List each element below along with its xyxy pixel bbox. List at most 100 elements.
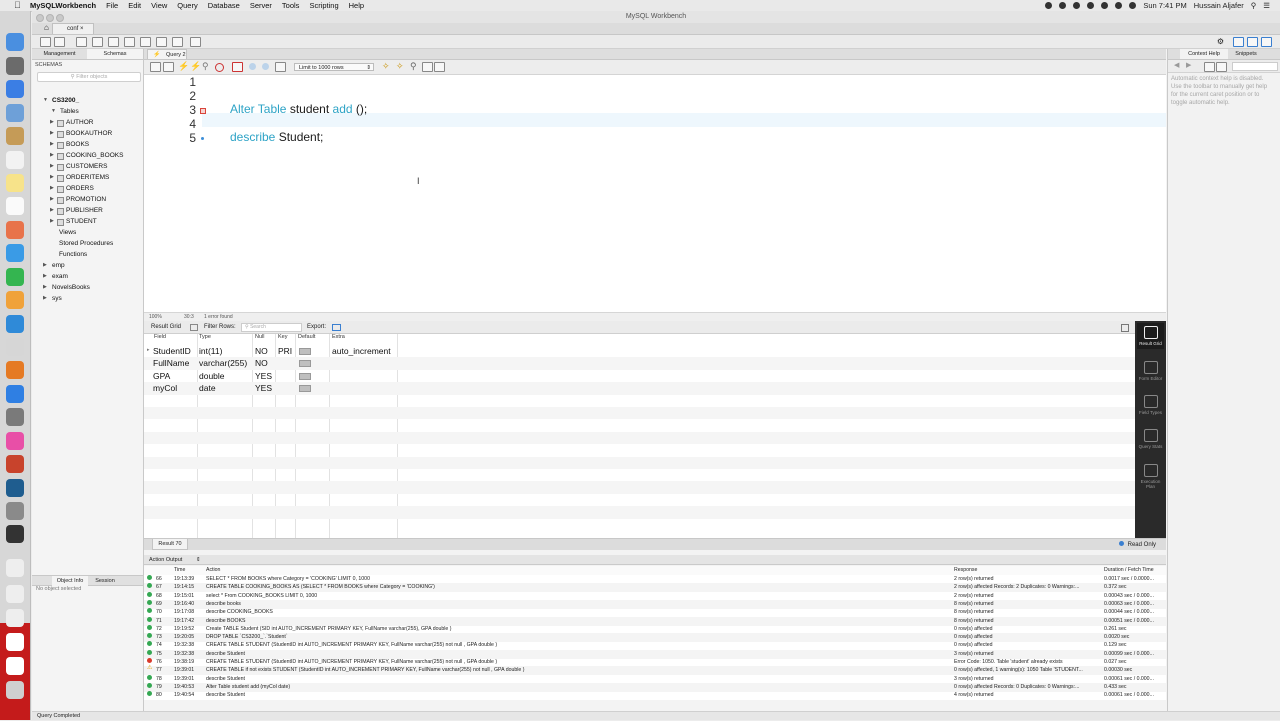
filter-rows-input[interactable]: ⚲ Search xyxy=(241,323,302,332)
cell-null[interactable]: YES xyxy=(255,371,272,381)
table-row[interactable]: myCol date YES xyxy=(144,382,1135,395)
execute-icon[interactable]: ⚡ xyxy=(178,61,189,72)
connection-tab[interactable]: conf × xyxy=(52,23,94,34)
toggle-output-icon[interactable] xyxy=(1247,37,1258,47)
battery-icon[interactable] xyxy=(1129,2,1137,9)
wrap-lines-icon[interactable] xyxy=(434,62,445,72)
mysql-workbench-icon[interactable] xyxy=(6,479,24,497)
result-grid-view-button[interactable]: Result Grid xyxy=(1137,323,1164,349)
error-marker-icon[interactable] xyxy=(200,108,206,114)
column-header[interactable]: Null xyxy=(255,334,264,340)
search-table-data-icon[interactable] xyxy=(172,37,183,47)
contacts-icon[interactable] xyxy=(6,127,24,145)
cell-field[interactable]: GPA xyxy=(153,371,170,381)
facetime-icon[interactable] xyxy=(6,268,24,286)
minimize-window-button[interactable] xyxy=(46,14,54,22)
menu-server[interactable]: Server xyxy=(250,1,272,10)
column-header[interactable]: Time xyxy=(174,566,185,575)
field-types-button[interactable]: Field Types xyxy=(1137,395,1164,415)
document-icon-5[interactable] xyxy=(6,657,24,675)
code-line-3[interactable]: Alter Table student add (); xyxy=(230,102,367,116)
back-icon[interactable]: ◀ xyxy=(1174,61,1179,69)
create-view-icon[interactable] xyxy=(124,37,135,47)
tab-query-2[interactable]: ⚡ Query 2 xyxy=(147,49,187,59)
menu-user[interactable]: Hussain Aljafer xyxy=(1194,1,1244,10)
tab-object-info[interactable]: Object Info xyxy=(52,576,88,586)
limit-rows-select[interactable]: Limit to 1000 rows ⇕ xyxy=(294,63,374,71)
preview-icon[interactable] xyxy=(6,502,24,520)
control-center-icon[interactable]: ☰ xyxy=(1263,1,1270,10)
table-item[interactable]: ▶ CUSTOMERS xyxy=(50,163,107,171)
calendar-icon[interactable] xyxy=(6,151,24,169)
schema-item[interactable]: ▶ exam xyxy=(43,273,68,280)
explain-icon[interactable]: ⚲ xyxy=(202,61,209,72)
toggle-error-icon[interactable] xyxy=(232,62,243,72)
schema-cs3200[interactable]: ▼ CS3200_ xyxy=(43,97,79,104)
volume-icon[interactable] xyxy=(1087,2,1095,9)
table-item[interactable]: ▶ STUDENT xyxy=(50,218,97,226)
tab-context-help[interactable]: Context Help xyxy=(1180,49,1228,59)
document-icon-2[interactable] xyxy=(6,585,24,603)
document-icon[interactable] xyxy=(6,559,24,577)
beautify-format-icon[interactable]: ✧ xyxy=(396,61,404,72)
query-stats-button[interactable]: Query Stats xyxy=(1137,429,1164,449)
table-row[interactable]: ▸ StudentID int(11) NO PRI auto_incremen… xyxy=(144,345,1135,357)
functions-folder[interactable]: Functions xyxy=(59,251,87,258)
home-icon[interactable]: ⌂ xyxy=(44,24,52,32)
launchpad-icon[interactable] xyxy=(6,57,24,75)
create-procedure-icon[interactable] xyxy=(140,37,151,47)
close-window-button[interactable] xyxy=(36,14,44,22)
column-header[interactable]: Field xyxy=(154,334,166,340)
table-row[interactable]: FullName varchar(255) NO xyxy=(144,357,1135,370)
commit-icon[interactable] xyxy=(249,63,256,70)
cell-null[interactable]: YES xyxy=(255,383,272,393)
menu-clock[interactable]: Sun 7:41 PM xyxy=(1143,1,1186,10)
table-item[interactable]: ▶ ORDERS xyxy=(50,185,94,193)
table-item[interactable]: ▶ ORDERITEMS xyxy=(50,174,109,182)
tables-folder[interactable]: ▼ Tables xyxy=(51,108,79,115)
zoom-window-button[interactable] xyxy=(56,14,64,22)
help-search-input[interactable] xyxy=(1232,62,1278,71)
cell-field[interactable]: myCol xyxy=(153,383,177,393)
sql-editor[interactable]: 1 2 3 4 5 Alter Table student add (); de… xyxy=(144,75,1166,323)
form-editor-button[interactable]: Form Editor xyxy=(1137,361,1164,381)
create-function-icon[interactable] xyxy=(156,37,167,47)
menu-database[interactable]: Database xyxy=(208,1,240,10)
inspector-icon[interactable] xyxy=(76,37,87,47)
downloads-icon[interactable] xyxy=(6,338,24,356)
reconnect-icon[interactable] xyxy=(190,37,201,47)
cell-field[interactable]: StudentID xyxy=(153,346,191,356)
airplay-icon[interactable] xyxy=(1073,2,1081,9)
chevron-down-icon[interactable]: ⇕ xyxy=(196,555,201,565)
menu-tools[interactable]: Tools xyxy=(282,1,300,10)
tab-management[interactable]: Management xyxy=(32,49,87,59)
code-line-5[interactable]: describe Student; xyxy=(230,130,323,144)
cell-key[interactable]: PRI xyxy=(278,346,292,356)
manual-help-icon[interactable] xyxy=(1204,62,1215,72)
export-icon[interactable] xyxy=(332,324,341,331)
tab-session[interactable]: Session xyxy=(90,576,120,586)
safari-icon[interactable] xyxy=(6,80,24,98)
wifi-icon[interactable] xyxy=(1101,2,1109,9)
messages-icon[interactable] xyxy=(6,244,24,262)
open-file-icon[interactable] xyxy=(150,62,161,72)
column-header[interactable]: Key xyxy=(278,334,287,340)
output-row[interactable]: 80 19:40:54 describe Student 4 row(s) retur… xyxy=(144,691,1166,700)
reminders-icon[interactable] xyxy=(6,197,24,215)
cell-type[interactable]: date xyxy=(199,383,216,393)
sync-icon[interactable] xyxy=(1059,2,1067,9)
app-store-icon[interactable] xyxy=(6,385,24,403)
tab-result[interactable]: Result 70 xyxy=(152,539,188,550)
cell-null[interactable]: NO xyxy=(255,346,268,356)
system-preferences-icon[interactable] xyxy=(6,408,24,426)
notes-icon[interactable] xyxy=(6,174,24,192)
execute-current-icon[interactable]: ⚡ xyxy=(190,61,201,72)
grid-icon[interactable] xyxy=(190,324,198,331)
output-type-select[interactable]: Action Output xyxy=(149,557,182,563)
save-icon[interactable] xyxy=(163,62,174,72)
schema-item[interactable]: ▶ emp xyxy=(43,262,65,269)
beautify-icon[interactable]: ✧ xyxy=(382,61,390,72)
books-icon[interactable] xyxy=(6,361,24,379)
menu-query[interactable]: Query xyxy=(177,1,197,10)
open-sql-script-icon[interactable] xyxy=(54,37,65,47)
